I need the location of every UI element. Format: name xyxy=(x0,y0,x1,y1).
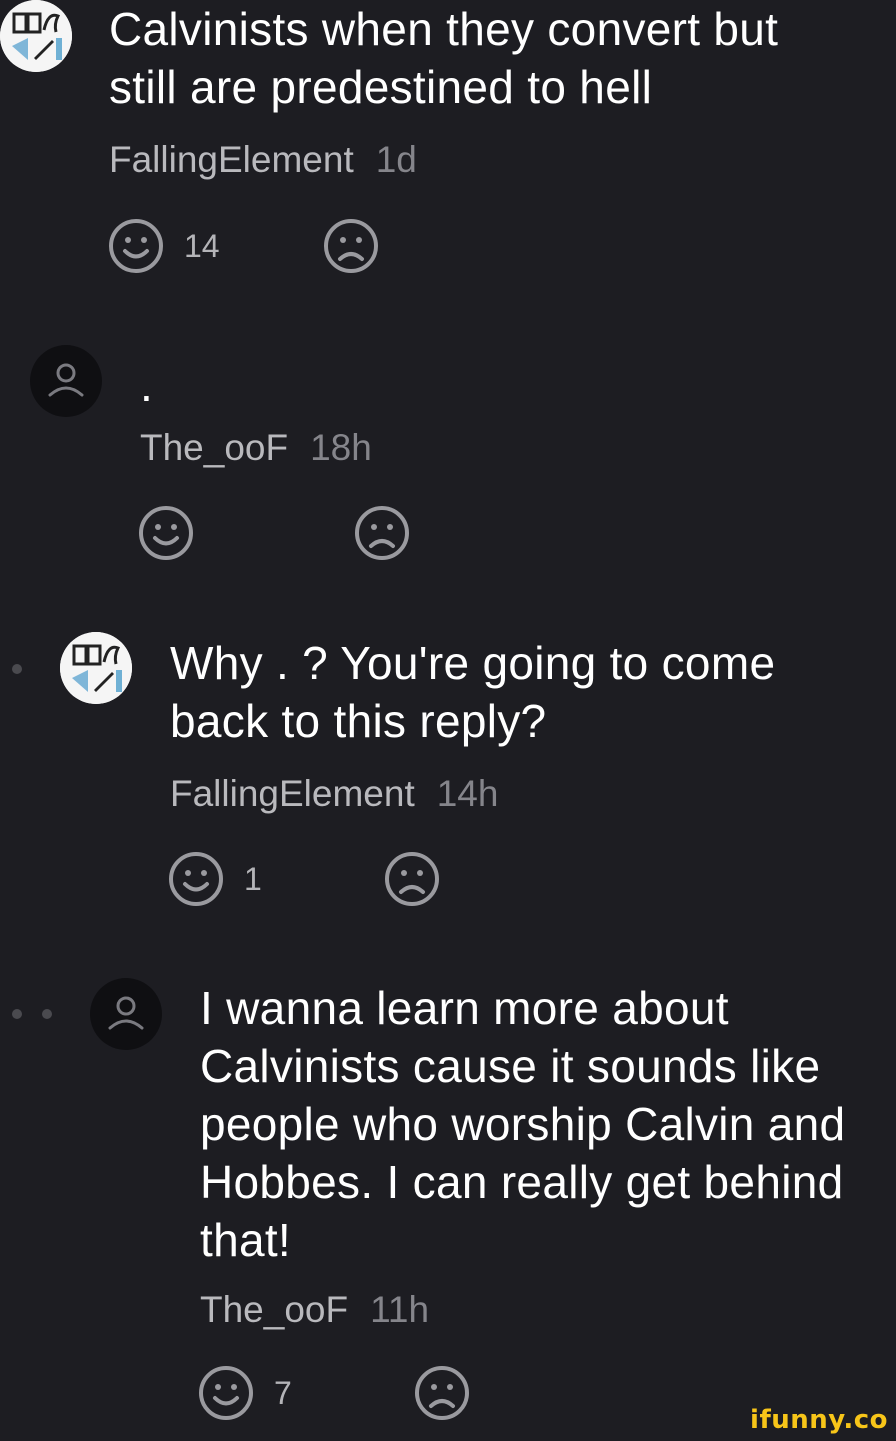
comment-text-line: back to this reply? xyxy=(170,695,547,747)
frown-icon[interactable] xyxy=(322,217,380,275)
username[interactable]: The_ooF xyxy=(140,427,288,468)
comment-meta: FallingElement 14h xyxy=(170,772,498,816)
comment-text-line: people who worship Calvin and xyxy=(200,1098,846,1150)
comment-text-line: Calvinists cause it sounds like xyxy=(200,1040,821,1092)
avatar[interactable] xyxy=(90,978,162,1050)
timestamp: 11h xyxy=(370,1289,430,1330)
thread-depth-dot xyxy=(42,1009,52,1019)
username[interactable]: The_ooF xyxy=(200,1289,348,1330)
thread-depth-dot xyxy=(12,664,22,674)
comment-text-line: Hobbes. I can really get behind xyxy=(200,1156,844,1208)
smile-icon[interactable] xyxy=(107,217,165,275)
thread-depth-dot xyxy=(12,1009,22,1019)
comment-meta: The_ooF 18h xyxy=(140,426,372,470)
like-count: 14 xyxy=(184,228,220,264)
comment-meta: The_ooF 11h xyxy=(200,1288,429,1332)
avatar[interactable] xyxy=(0,0,72,72)
book-logo-icon xyxy=(0,0,72,72)
like-count: 1 xyxy=(244,861,262,897)
watermark-logo: ifunny.co xyxy=(750,1405,888,1435)
user-icon xyxy=(108,996,144,1030)
user-icon xyxy=(48,363,84,397)
avatar[interactable] xyxy=(30,345,102,417)
comment-text: I wanna learn more about Calvinists caus… xyxy=(200,979,845,1269)
comment-text-line: Calvinists when they convert but xyxy=(109,3,779,55)
comment-text: Calvinists when they convert but still a… xyxy=(109,0,778,116)
username[interactable]: FallingElement xyxy=(170,773,415,814)
comment-text-line: still are predestined to hell xyxy=(109,61,653,113)
timestamp: 1d xyxy=(375,139,417,180)
comment-text-line: Why . ? You're going to come xyxy=(170,637,776,689)
frown-icon[interactable] xyxy=(413,1364,471,1422)
timestamp: 14h xyxy=(436,773,499,814)
comment-text: Why . ? You're going to come back to thi… xyxy=(170,634,775,750)
smile-icon[interactable] xyxy=(137,504,195,562)
smile-icon[interactable] xyxy=(167,850,225,908)
comment-text-line: I wanna learn more about xyxy=(200,982,729,1034)
like-count: 7 xyxy=(274,1375,292,1411)
avatar[interactable] xyxy=(60,632,132,704)
smile-icon[interactable] xyxy=(197,1364,255,1422)
comment-text-line: . xyxy=(140,359,154,411)
frown-icon[interactable] xyxy=(383,850,441,908)
username[interactable]: FallingElement xyxy=(109,139,354,180)
comment-text: . xyxy=(140,356,153,414)
book-logo-icon xyxy=(60,632,132,704)
frown-icon[interactable] xyxy=(353,504,411,562)
timestamp: 18h xyxy=(310,427,372,468)
comment-meta: FallingElement 1d xyxy=(109,138,417,182)
comment-text-line: that! xyxy=(200,1214,292,1266)
